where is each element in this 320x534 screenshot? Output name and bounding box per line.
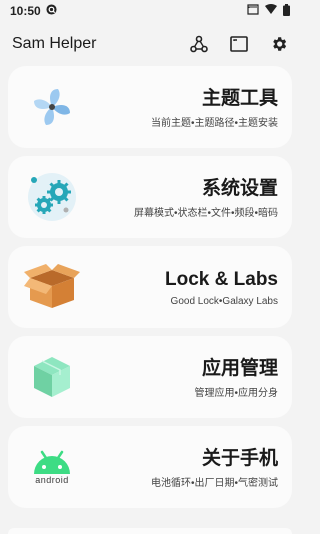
window-icon[interactable]	[230, 36, 248, 52]
notification-icon	[46, 4, 57, 18]
next-card-edge	[8, 528, 292, 534]
card-app-management[interactable]: 应用管理 管理应用•应用分身	[8, 336, 292, 418]
card-title: 应用管理	[201, 356, 278, 379]
settings-gear-icon[interactable]	[270, 35, 288, 53]
card-theme-tools[interactable]: 主题工具 当前主题•主题路径•主题安装	[8, 66, 292, 148]
android-wordmark: android	[35, 475, 69, 485]
gears-icon	[22, 167, 82, 227]
card-title: 主题工具	[201, 86, 278, 109]
app-title: Sam Helper	[12, 35, 97, 52]
card-subtitle: 电池循环•出厂日期•气密测试	[150, 477, 278, 489]
status-bar: 10:50	[0, 0, 300, 22]
card-system-settings[interactable]: 系统设置 屏幕模式•状态栏•文件•频段•暗码	[8, 156, 292, 238]
box-icon	[22, 257, 82, 317]
status-time: 10:50	[10, 4, 41, 18]
pinwheel-icon	[22, 77, 82, 137]
card-subtitle: Good Lock•Galaxy Labs	[170, 295, 278, 307]
card-subtitle: 管理应用•应用分身	[194, 387, 278, 399]
card-subtitle: 屏幕模式•状态栏•文件•频段•暗码	[133, 207, 278, 219]
cast-icon	[247, 4, 259, 18]
share-icon[interactable]	[190, 35, 208, 53]
card-about-phone[interactable]: android 关于手机 电池循环•出厂日期•气密测试	[8, 426, 292, 508]
android-icon: android	[22, 437, 82, 497]
wifi-icon	[265, 4, 277, 18]
cube-icon	[22, 347, 82, 407]
app-bar: Sam Helper	[0, 22, 300, 66]
battery-icon	[283, 3, 290, 19]
card-lock-labs[interactable]: Lock & Labs Good Lock•Galaxy Labs	[8, 246, 292, 328]
card-title: Lock & Labs	[165, 268, 278, 290]
menu-list: 主题工具 当前主题•主题路径•主题安装 系统设置 屏幕模式•状态栏•文件•频段•…	[0, 66, 300, 508]
card-subtitle: 当前主题•主题路径•主题安装	[150, 117, 278, 129]
card-title: 系统设置	[201, 176, 278, 199]
card-title: 关于手机	[201, 446, 278, 469]
